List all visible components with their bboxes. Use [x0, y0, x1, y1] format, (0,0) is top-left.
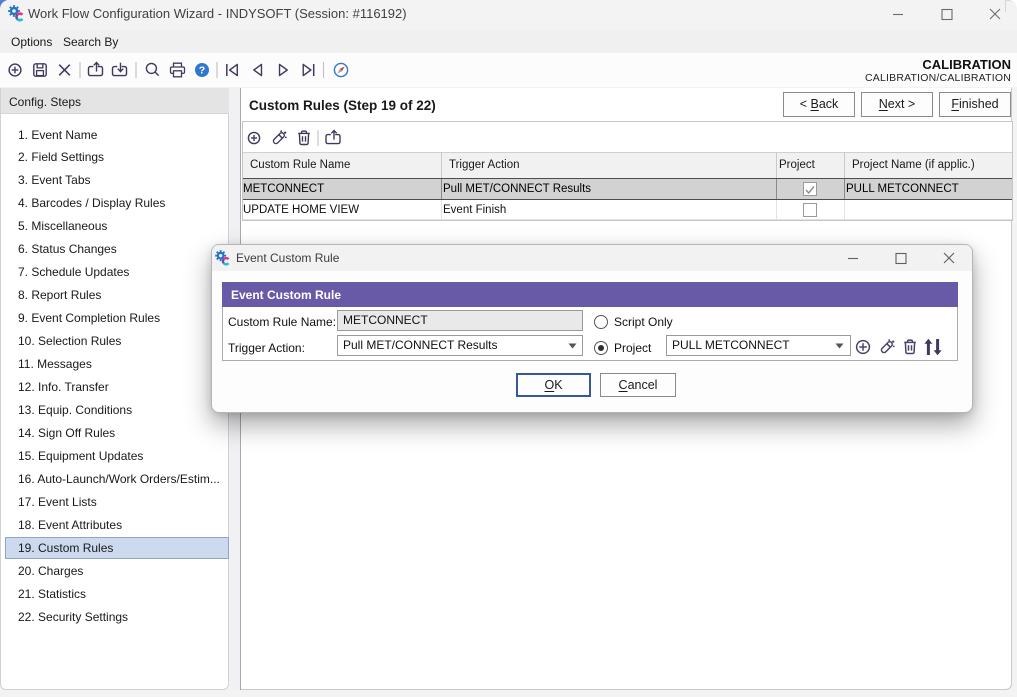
svg-text:?: ? — [199, 65, 205, 77]
